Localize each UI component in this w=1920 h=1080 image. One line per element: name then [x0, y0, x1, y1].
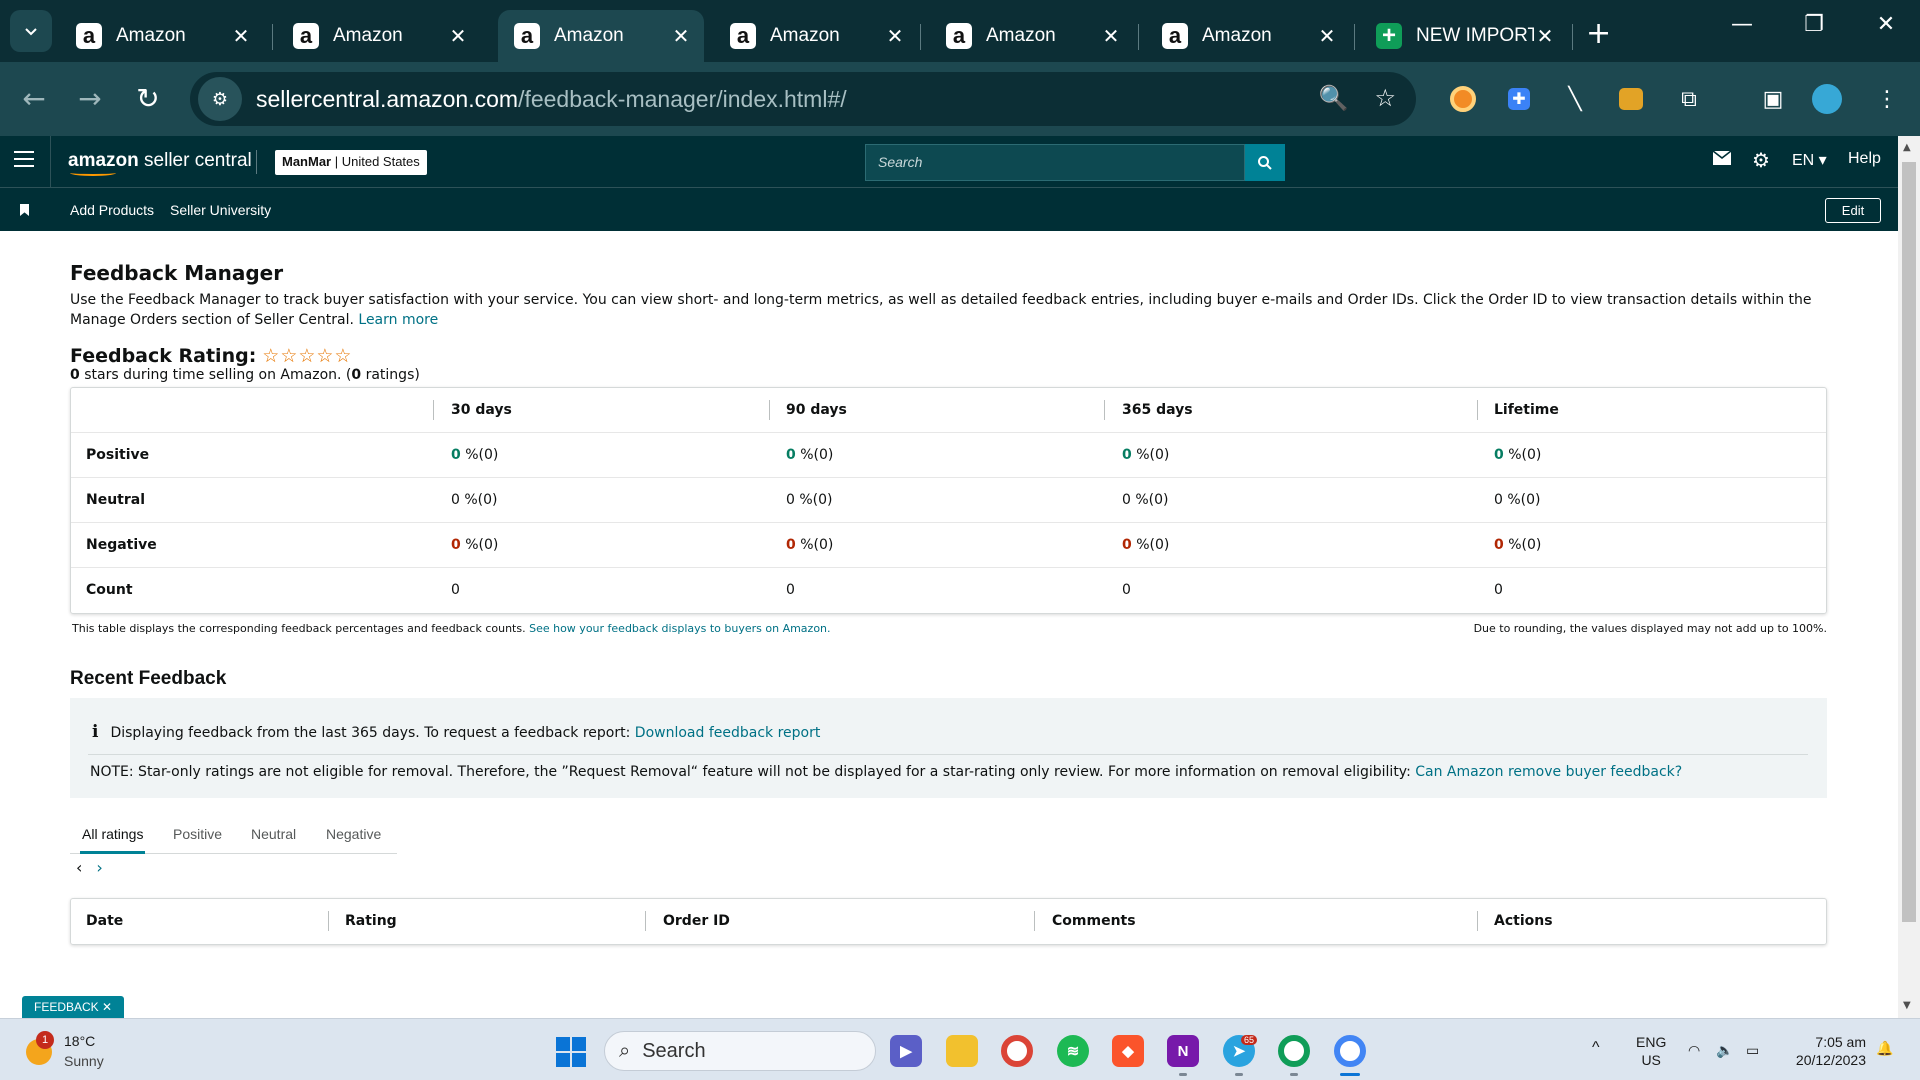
column-header[interactable]: Date: [86, 913, 123, 929]
table-cell: 0 %(0): [451, 492, 498, 508]
meet-app-icon[interactable]: ▶: [890, 1035, 922, 1067]
page-scrollbar[interactable]: ▲ ▼: [1898, 136, 1920, 1018]
info-icon: i: [92, 722, 99, 742]
table-cell: 0 %(0): [786, 492, 833, 508]
browser-menu-icon[interactable]: ⋮: [1872, 84, 1902, 114]
chevron-down-icon: [25, 28, 37, 36]
notification-bell-icon[interactable]: 🔔: [1876, 1039, 1893, 1057]
onenote-icon[interactable]: N: [1167, 1035, 1199, 1067]
volume-icon[interactable]: 🔈: [1716, 1041, 1733, 1059]
info-banner: i Displaying feedback from the last 365 d…: [70, 698, 1827, 798]
column-header: 30 days: [451, 402, 512, 418]
tab-positive[interactable]: Positive: [173, 826, 222, 842]
feedback-tab-button[interactable]: FEEDBACK ✕: [22, 996, 125, 1018]
rating-summary: 0 stars during time selling on Amazon. (…: [70, 367, 420, 383]
column-header: 90 days: [786, 402, 847, 418]
active-indicator: [1340, 1073, 1360, 1076]
tab-search-button[interactable]: [10, 10, 52, 52]
table-row-count: Count 0 0 0 0: [86, 582, 1503, 598]
column-header: 365 days: [1122, 402, 1193, 418]
table-footnote: This table displays the corresponding fe…: [72, 622, 831, 635]
notification-badge: 1: [36, 1031, 54, 1049]
table-cell: 0: [786, 582, 795, 598]
wifi-icon[interactable]: ◠: [1688, 1041, 1700, 1059]
table-cell: 0 %(0): [1494, 492, 1541, 508]
language-indicator[interactable]: ENG US: [1636, 1033, 1666, 1069]
removal-eligibility-link[interactable]: Can Amazon remove buyer feedback?: [1415, 764, 1682, 780]
table-row-neutral: Neutral 0 %(0) 0 %(0) 0 %(0) 0 %(0): [71, 478, 1826, 523]
hamburger-menu-icon[interactable]: [14, 151, 34, 172]
edit-bookmarks-button[interactable]: Edit: [1825, 198, 1881, 223]
recent-feedback-table: Date Rating Order ID Comments Actions: [70, 898, 1827, 945]
scroll-up-icon[interactable]: ▲: [1903, 142, 1911, 153]
table-header-row: 30 days 90 days 365 days Lifetime: [71, 388, 1826, 433]
recent-feedback-heading: Recent Feedback: [70, 668, 227, 689]
rating-filter-tabs: All ratings Positive Neutral Negative: [70, 812, 397, 854]
feedback-rating-heading: Feedback Rating: ☆☆☆☆☆: [70, 345, 353, 367]
tab-all-ratings[interactable]: All ratings: [82, 826, 143, 842]
battery-icon[interactable]: ▭: [1746, 1041, 1759, 1059]
table-cell: 0: [1494, 582, 1503, 598]
table-cell: 0 %(0): [1494, 447, 1542, 463]
windows-start-icon[interactable]: [556, 1037, 586, 1067]
download-report-link[interactable]: Download feedback report: [635, 725, 821, 741]
table-cell: 0: [451, 582, 460, 598]
main-content: Feedback Manager Use the Feedback Manage…: [70, 0, 1830, 1018]
chrome-active-icon[interactable]: [1334, 1035, 1366, 1067]
table-row-negative: Negative 0 %(0) 0 %(0) 0 %(0) 0 %(0): [71, 523, 1826, 568]
file-explorer-icon[interactable]: [946, 1035, 978, 1067]
page-description: Use the Feedback Manager to track buyer …: [70, 292, 1812, 328]
scroll-down-icon[interactable]: ▼: [1903, 1000, 1911, 1011]
table-cell: 0 %(0): [451, 537, 499, 553]
learn-more-link[interactable]: Learn more: [358, 312, 438, 328]
telegram-badge: 65: [1241, 1035, 1258, 1045]
column-header[interactable]: Actions: [1494, 913, 1553, 929]
table-cell: 0 %(0): [1122, 492, 1169, 508]
table-cell: 0 %(0): [451, 447, 499, 463]
active-tab-underline: [80, 851, 145, 854]
feedback-metrics-table: 30 days 90 days 365 days Lifetime Positi…: [70, 387, 1827, 614]
table-cell: 0 %(0): [1122, 447, 1170, 463]
taskbar-search[interactable]: ⌕ Search: [604, 1031, 876, 1071]
scrollbar-thumb[interactable]: [1902, 162, 1916, 922]
table-cell: 0 %(0): [1494, 537, 1542, 553]
brave-icon[interactable]: ◆: [1112, 1035, 1144, 1067]
chevron-right-icon[interactable]: ›: [96, 858, 102, 877]
table-cell: 0 %(0): [786, 537, 834, 553]
star-rating-icon: ☆☆☆☆☆: [262, 345, 353, 367]
removal-note: NOTE: Star-only ratings are not eligible…: [90, 764, 1683, 780]
page-title: Feedback Manager: [70, 261, 284, 285]
column-header: Lifetime: [1494, 402, 1559, 418]
tray-chevron-up-icon[interactable]: ^: [1592, 1039, 1600, 1057]
pagination: ‹ ›: [76, 858, 103, 877]
bookmark-icon[interactable]: [20, 204, 29, 216]
chrome-icon[interactable]: [1001, 1035, 1033, 1067]
running-indicator: [1179, 1073, 1187, 1076]
search-icon: ⌕: [619, 1039, 631, 1062]
column-header[interactable]: Rating: [345, 913, 397, 929]
back-arrow-icon[interactable]: ←: [16, 82, 52, 115]
tab-negative[interactable]: Negative: [326, 826, 381, 842]
clock[interactable]: 7:05 am 20/12/2023: [1782, 1033, 1866, 1069]
info-line: i Displaying feedback from the last 365 d…: [92, 722, 821, 742]
rounding-note: Due to rounding, the values displayed ma…: [1473, 622, 1827, 635]
table-row-positive: Positive 0 %(0) 0 %(0) 0 %(0) 0 %(0): [71, 433, 1826, 478]
windows-taskbar: 1 18°C Sunny ⌕ Search ▶ ≋ ◆ N ➤ 65 ^ ENG U…: [0, 1018, 1920, 1080]
running-indicator: [1235, 1073, 1243, 1076]
table-cell: 0 %(0): [786, 447, 834, 463]
help-link[interactable]: Help: [1848, 150, 1881, 168]
chevron-left-icon[interactable]: ‹: [76, 858, 82, 877]
tab-neutral[interactable]: Neutral: [251, 826, 296, 842]
table-cell: 0 %(0): [1122, 537, 1170, 553]
column-header[interactable]: Comments: [1052, 913, 1136, 929]
running-indicator: [1290, 1073, 1298, 1076]
table-cell: 0: [1122, 582, 1131, 598]
divider: [50, 136, 51, 188]
column-header[interactable]: Order ID: [663, 913, 730, 929]
chrome-profile-icon[interactable]: [1278, 1035, 1310, 1067]
spotify-icon[interactable]: ≋: [1057, 1035, 1089, 1067]
feedback-display-link[interactable]: See how your feedback displays to buyers…: [529, 622, 830, 635]
close-window-icon[interactable]: ✕: [1866, 12, 1906, 37]
